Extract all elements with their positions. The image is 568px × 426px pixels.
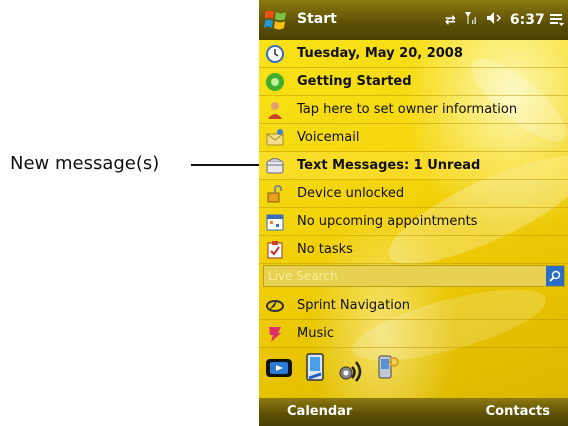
- today-item-getting-started[interactable]: Getting Started: [259, 68, 568, 96]
- today-item-label: No upcoming appointments: [297, 214, 478, 229]
- phone-today-screen: Start ⇄ 6:37 Tuesday, May 20, 2008 Getti…: [259, 0, 568, 426]
- app-label: Sprint Navigation: [297, 298, 411, 313]
- speaker-icon[interactable]: [486, 11, 502, 29]
- clock-time[interactable]: 6:37: [510, 12, 545, 28]
- today-item-voicemail[interactable]: Voicemail: [259, 124, 568, 152]
- sync-icon[interactable]: ⇄: [445, 13, 456, 28]
- getting-started-icon: [265, 72, 287, 92]
- menu-icon[interactable]: [549, 12, 565, 28]
- navigation-icon: [265, 296, 287, 316]
- wireless-broadcast-icon[interactable]: [337, 352, 367, 382]
- unlocked-padlock-icon: [265, 184, 287, 204]
- search-icon[interactable]: [546, 266, 564, 286]
- today-item-label: Text Messages: 1 Unread: [297, 158, 481, 173]
- live-search-box: [263, 265, 565, 287]
- today-item-tasks[interactable]: No tasks: [259, 236, 568, 264]
- today-item-date[interactable]: Tuesday, May 20, 2008: [259, 40, 568, 68]
- title-bar: Start ⇄ 6:37: [259, 0, 568, 40]
- today-item-label: No tasks: [297, 242, 353, 257]
- clock-icon: [265, 44, 287, 64]
- connection-setup-icon[interactable]: [373, 352, 403, 382]
- quick-launch-bar: [265, 348, 403, 382]
- softkey-calendar[interactable]: Calendar: [287, 404, 352, 419]
- app-music[interactable]: Music: [259, 320, 568, 348]
- calendar-icon: [265, 212, 287, 232]
- phone-device-icon[interactable]: [301, 352, 331, 382]
- today-item-appointments[interactable]: No upcoming appointments: [259, 208, 568, 236]
- start-menu-label[interactable]: Start: [297, 11, 337, 27]
- envelope-icon: [265, 156, 287, 176]
- today-item-label: Tap here to set owner information: [297, 102, 518, 117]
- owner-person-icon: [265, 100, 287, 120]
- today-item-text-messages[interactable]: Text Messages: 1 Unread: [259, 152, 568, 180]
- live-search-input[interactable]: [264, 266, 546, 286]
- music-icon: [265, 324, 287, 344]
- windows-start-icon[interactable]: [263, 8, 289, 32]
- softkey-bar: Calendar Contacts: [259, 398, 568, 426]
- today-item-label: Getting Started: [297, 74, 412, 89]
- today-item-owner-info[interactable]: Tap here to set owner information: [259, 96, 568, 124]
- media-player-icon[interactable]: [265, 352, 295, 382]
- status-area: ⇄ 6:37: [445, 11, 545, 29]
- today-item-device-lock[interactable]: Device unlocked: [259, 180, 568, 208]
- app-label: Music: [297, 326, 334, 341]
- softkey-contacts[interactable]: Contacts: [486, 404, 550, 419]
- tasks-icon: [265, 240, 287, 260]
- callout-label: New message(s): [10, 153, 160, 174]
- voicemail-icon: [265, 128, 287, 148]
- callout-line: [191, 164, 268, 166]
- today-item-label: Tuesday, May 20, 2008: [297, 46, 463, 61]
- callout-annotation: New message(s): [10, 151, 271, 177]
- signal-icon[interactable]: [464, 11, 478, 29]
- app-sprint-navigation[interactable]: Sprint Navigation: [259, 292, 568, 320]
- today-item-label: Voicemail: [297, 130, 360, 145]
- today-item-label: Device unlocked: [297, 186, 405, 201]
